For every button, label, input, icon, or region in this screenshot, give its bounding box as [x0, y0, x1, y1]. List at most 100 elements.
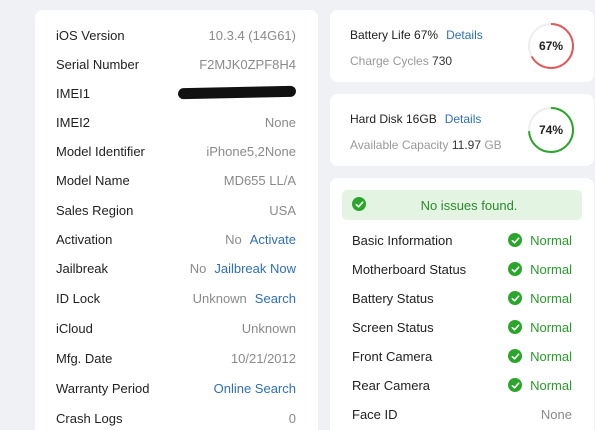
info-row-warranty-period: Warranty Period Online Search [56, 377, 296, 399]
info-label: IMEI1 [56, 85, 90, 101]
check-status: None [541, 407, 572, 422]
check-circle-icon [508, 233, 523, 247]
check-status-text: Normal [530, 377, 572, 393]
info-value: None [265, 115, 296, 130]
check-status-text: Normal [530, 348, 572, 364]
check-circle-icon [508, 291, 523, 305]
info-value: 10.3.4 (14G61) [209, 28, 296, 43]
check-row-front-camera: Front Camera Normal [352, 345, 572, 367]
available-capacity-value: 11.97 [451, 138, 481, 152]
battery-title: Battery Life 67% Details [350, 28, 483, 42]
info-value: iPhone5,2None [206, 144, 296, 159]
disk-details-link[interactable]: Details [445, 112, 482, 126]
info-value: Online Search [214, 381, 296, 396]
charge-cycles: Charge Cycles 730 [350, 54, 452, 68]
info-label: Model Name [56, 172, 130, 188]
disk-card: Hard Disk 16GB Details Available Capacity… [330, 94, 594, 166]
check-label: Basic Information [352, 232, 453, 248]
check-circle-icon [508, 320, 523, 334]
check-circle-icon [508, 378, 523, 392]
info-row-imei2: IMEI2 None [56, 111, 296, 133]
info-value-text: 10.3.4 (14G61) [208, 27, 296, 43]
info-label: Activation [56, 231, 113, 247]
info-label: Warranty Period [56, 380, 150, 396]
battery-percent: 67% [538, 39, 564, 53]
device-info-card: iOS Version 10.3.4 (14G61) Serial Number F2… [35, 10, 318, 430]
check-label: Front Camera [352, 348, 433, 364]
info-value: Unknown Search [193, 291, 296, 306]
info-row-id-lock: ID Lock Unknown Search [56, 287, 296, 309]
check-status: Normal [508, 262, 572, 277]
info-value-text: MD655 LL/A [223, 172, 296, 188]
info-row-sales-region: Sales Region USA [56, 199, 296, 221]
info-label: Model Identifier [56, 143, 145, 159]
info-row-imei1: IMEI1 [56, 82, 297, 104]
battery-title-text: Battery Life 67% [350, 28, 439, 42]
info-value: USA [269, 203, 296, 218]
device-info-panel: iOS Version 10.3.4 (14G61) Serial Number F2… [0, 0, 595, 430]
info-label: iOS Version [56, 27, 125, 43]
info-value-text: No [225, 231, 242, 247]
info-label: iCloud [56, 320, 93, 336]
no-issues-text: No issues found. [420, 197, 518, 213]
check-row-rear-camera: Rear Camera Normal [352, 374, 572, 396]
info-row-activation: Activation No Activate [56, 228, 296, 250]
info-value-text: Unknown [241, 320, 296, 336]
info-label: ID Lock [56, 290, 101, 306]
info-value-text: 10/21/2012 [230, 350, 296, 366]
info-label: Jailbreak [56, 260, 109, 276]
check-circle-icon [508, 349, 523, 363]
check-circle-icon [508, 262, 523, 276]
check-row-face-id: Face ID None [352, 403, 572, 425]
check-status-text: Normal [530, 319, 572, 335]
search-link[interactable]: Search [255, 291, 296, 306]
battery-details-link[interactable]: Details [446, 28, 483, 42]
activate-link[interactable]: Activate [250, 232, 296, 247]
info-value-text: USA [269, 202, 296, 218]
check-row-battery-status: Battery Status Normal [352, 287, 572, 309]
info-row-ios-version: iOS Version 10.3.4 (14G61) [56, 24, 296, 46]
info-label: Crash Logs [56, 410, 123, 426]
check-status: Normal [508, 378, 572, 393]
info-row-icloud: iCloud Unknown [56, 317, 296, 339]
check-status-text: None [540, 406, 572, 422]
info-value-text: F2MJK0ZPF8H4 [199, 56, 296, 72]
check-label: Motherboard Status [352, 261, 467, 277]
info-row-mfg-date: Mfg. Date 10/21/2012 [56, 347, 296, 369]
info-label: IMEI2 [56, 114, 90, 130]
check-status-text: Normal [530, 232, 572, 248]
check-status: Normal [508, 233, 572, 248]
check-status: Normal [508, 320, 572, 335]
info-value-text: No [189, 260, 207, 276]
check-row-screen-status: Screen Status Normal [352, 316, 572, 338]
info-value: F2MJK0ZPF8H4 [199, 57, 296, 72]
info-value-text: iPhone5,2None [206, 143, 296, 159]
available-capacity-unit: GB [484, 138, 502, 152]
info-row-model-identifier: Model Identifier iPhone5,2None [56, 140, 296, 162]
disk-title-text: Hard Disk 16GB [350, 112, 437, 126]
check-status: Normal [508, 291, 572, 306]
check-label: Battery Status [352, 290, 434, 306]
disk-title: Hard Disk 16GB Details [350, 112, 481, 126]
info-value-text: None [264, 114, 296, 130]
check-label: Screen Status [352, 319, 434, 335]
check-row-motherboard-status: Motherboard Status Normal [352, 258, 572, 280]
charge-cycles-value: 730 [432, 54, 453, 68]
info-value: MD655 LL/A [224, 173, 296, 188]
battery-card: Battery Life 67% Details Charge Cycles 73… [330, 10, 594, 82]
charge-cycles-label: Charge Cycles [350, 54, 429, 68]
redaction-mark [177, 85, 297, 99]
no-issues-banner: No issues found. [342, 190, 582, 220]
status-check-card: No issues found. Basic Information Normal… [330, 178, 594, 430]
info-value: 10/21/2012 [231, 351, 296, 366]
disk-percent: 74% [538, 123, 564, 137]
info-row-serial-number: Serial Number F2MJK0ZPF8H4 [56, 53, 296, 75]
check-status-text: Normal [530, 290, 572, 306]
online-search-link[interactable]: Online Search [214, 381, 296, 396]
info-value: 0 [289, 411, 296, 426]
check-label: Face ID [352, 406, 398, 422]
jailbreak-now-link[interactable]: Jailbreak Now [214, 261, 296, 276]
info-value-text: Unknown [192, 290, 247, 306]
info-value: Unknown [242, 321, 296, 336]
info-label: Sales Region [56, 202, 134, 218]
